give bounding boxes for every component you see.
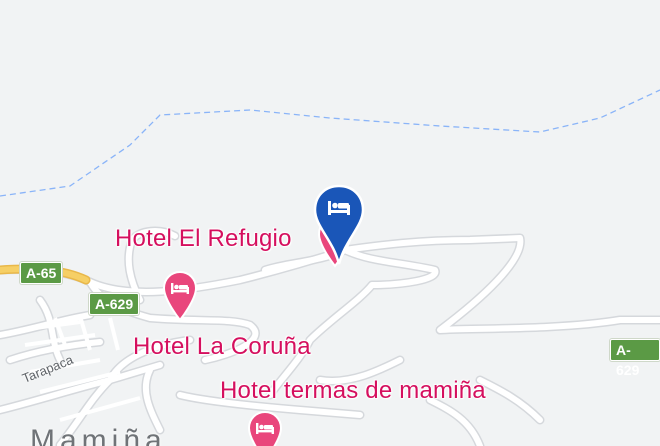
selected-location-marker[interactable] <box>313 184 365 268</box>
map-canvas[interactable]: A-65 A-629 A-629 Tarapaca Mamiña Hotel E… <box>0 0 660 446</box>
place-label-hotel-la-coruna[interactable]: Hotel La Coruña <box>133 333 311 361</box>
hotel-pin-icon[interactable] <box>162 270 198 322</box>
place-label-hotel-termas-de-mamina[interactable]: Hotel termas de mamiña <box>220 377 486 405</box>
route-shield-a629: A-629 <box>89 293 140 315</box>
town-label: Mamiña <box>30 424 167 446</box>
hotel-pin-icon[interactable] <box>247 410 283 446</box>
place-label-hotel-el-refugio[interactable]: Hotel El Refugio <box>115 225 292 253</box>
route-shield-a629-east: A-629 <box>610 339 660 378</box>
route-shield-a65: A-65 <box>20 262 63 284</box>
boundary-line <box>0 89 660 197</box>
